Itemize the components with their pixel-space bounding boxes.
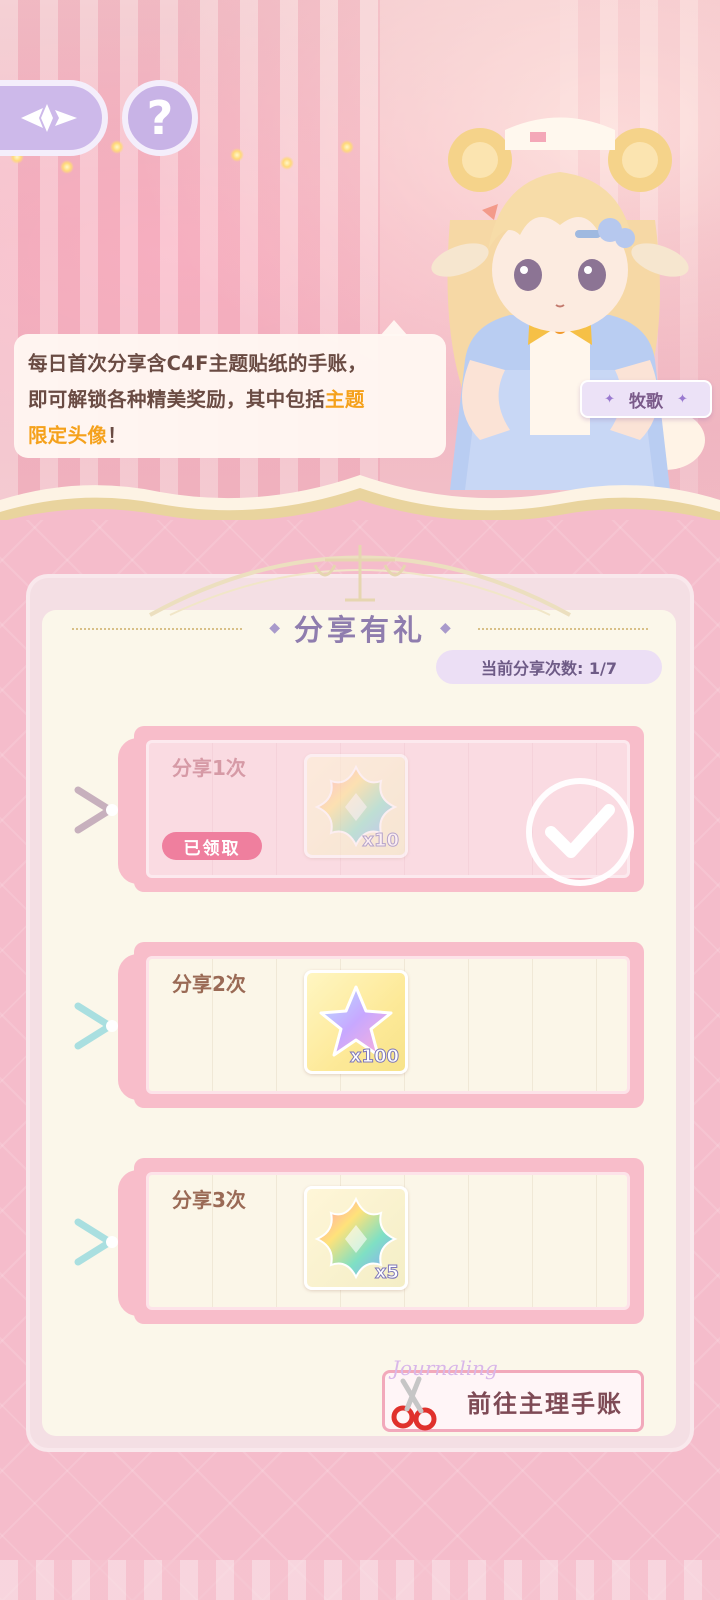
reward-qty: x100 — [349, 1046, 399, 1068]
reward-item[interactable]: x10 — [304, 754, 408, 858]
journaling-decoration: Journaling — [392, 1356, 498, 1380]
speech-line-2-text: 即可解锁各种精美奖励，其中包括 — [28, 388, 326, 411]
libra-arch-decoration — [149, 545, 571, 617]
reward-row-1: 分享1次 已领取 x10 — [118, 726, 644, 892]
reward-item[interactable]: x5 — [304, 1186, 408, 1290]
bottom-frame-band — [0, 1560, 720, 1600]
character-name-tag: ✦ 牧歌 ✦ — [580, 380, 712, 418]
speech-bubble: 每日首次分享含C4F主题贴纸的手账， 即可解锁各种精美奖励，其中包括主题 限定头… — [14, 320, 446, 458]
speech-line-2: 即可解锁各种精美奖励，其中包括主题 — [28, 382, 432, 418]
scene-background: ✦ 牧歌 ✦ 每日首次分享含C4F主题贴纸的手账， 即可解锁各种精美奖励，其中包… — [0, 0, 720, 520]
speech-highlight: 主题 — [325, 388, 365, 411]
character-illustration — [431, 117, 705, 490]
panel-title-text: 分享有礼 — [293, 613, 426, 647]
reward-qty: x10 — [362, 830, 400, 852]
speech-line-3: 限定头像！ — [28, 418, 432, 454]
ribbon-clip-icon — [74, 786, 118, 834]
help-button[interactable]: ? — [122, 80, 198, 156]
character-name: 牧歌 — [629, 391, 663, 412]
speech-line-1: 每日首次分享含C4F主题贴纸的手账， — [28, 352, 368, 375]
speech-highlight: 限定头像 — [28, 424, 108, 447]
reward-label: 分享1次 — [172, 756, 246, 780]
speech-line-3-text: ！ — [107, 424, 128, 447]
reward-label: 分享3次 — [172, 1188, 246, 1212]
ribbon-clip-icon — [74, 1002, 118, 1050]
share-count: 当前分享次数: 1/7 — [436, 650, 662, 684]
go-button-label: 前往主理手账 — [467, 1389, 623, 1418]
ribbon-clip-icon — [74, 1218, 118, 1266]
claimed-check-icon — [526, 778, 634, 886]
sparkle-icon: ✦ — [677, 391, 688, 407]
title-divider-right — [478, 628, 648, 630]
back-button[interactable] — [0, 80, 108, 156]
diamond-icon: ◆ — [440, 620, 451, 636]
reward-qty: x5 — [374, 1262, 399, 1284]
reward-row-2: 分享2次 x100 — [118, 942, 644, 1108]
sparkle-icon: ✦ — [604, 391, 615, 407]
claimed-badge: 已领取 — [162, 832, 262, 860]
reward-label: 分享2次 — [172, 972, 246, 996]
diamond-icon: ◆ — [269, 620, 280, 636]
reward-item[interactable]: x100 — [304, 970, 408, 1074]
reward-row-3: 分享3次 x5 — [118, 1158, 644, 1324]
compass-arrow-icon — [21, 104, 77, 132]
panel-title: ◆ 分享有礼 ◆ — [240, 606, 480, 650]
scissors-icon — [391, 1376, 437, 1431]
title-divider-left — [72, 628, 242, 630]
question-mark-icon: ? — [146, 91, 174, 145]
